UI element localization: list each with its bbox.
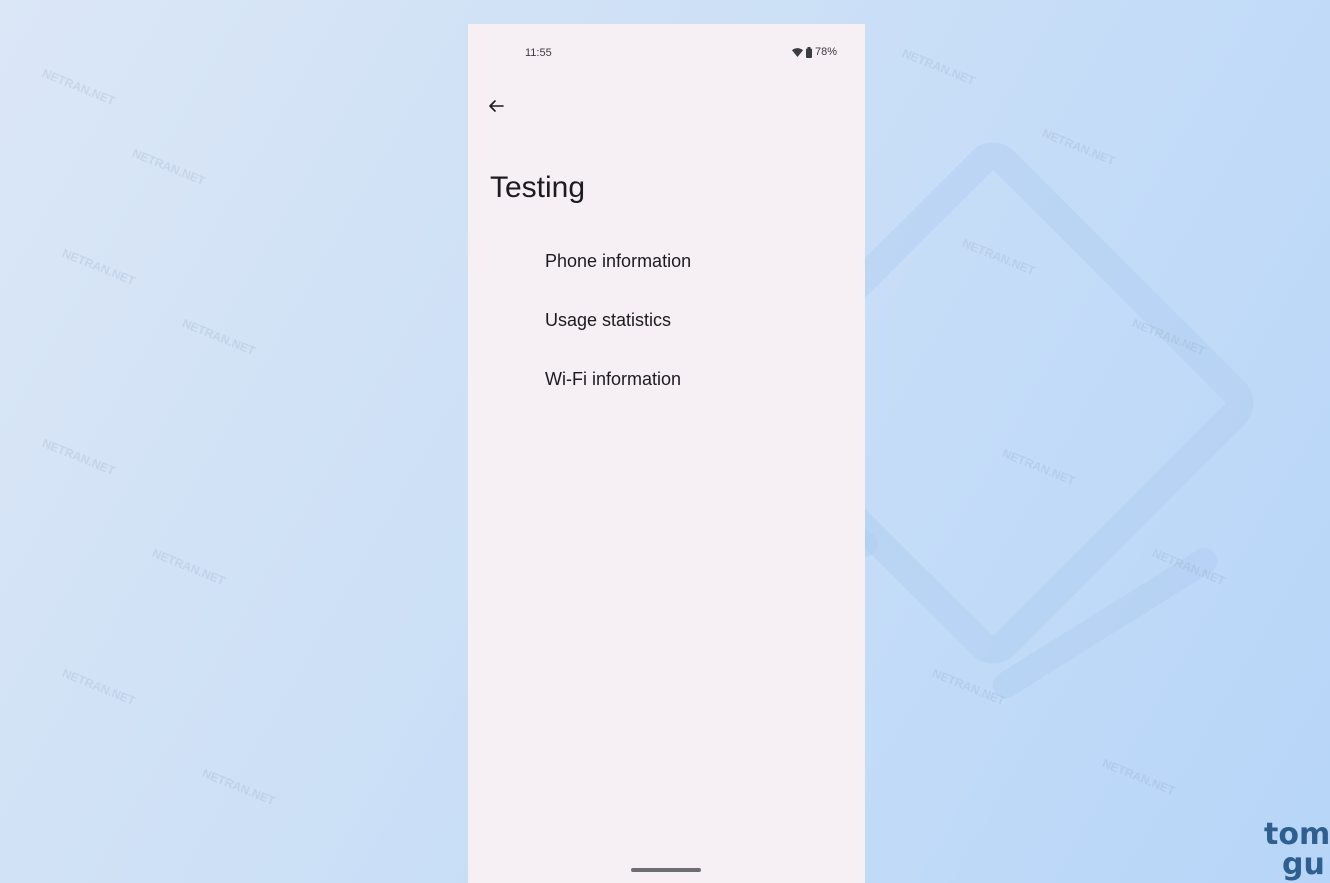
arrow-left-icon <box>489 100 504 112</box>
watermark-text: NETRAN.NET <box>60 666 138 708</box>
status-bar: 11:55 78% <box>468 24 865 64</box>
brand-logo-line1: tom <box>1264 820 1330 852</box>
watermark-text: NETRAN.NET <box>130 146 208 188</box>
menu-item-usage-statistics[interactable]: Usage statistics <box>468 291 865 350</box>
wifi-icon <box>791 47 803 57</box>
status-icons: 78% <box>791 46 837 58</box>
brand-logo: tom gu <box>1260 820 1330 883</box>
phone-screen: 11:55 78% Testing Phone information Usag… <box>468 24 865 883</box>
watermark-text: NETRAN.NET <box>1040 126 1118 168</box>
watermark-text: NETRAN.NET <box>900 46 978 88</box>
menu-item-label: Wi-Fi information <box>545 369 682 389</box>
watermark-text: NETRAN.NET <box>40 66 118 108</box>
menu-list: Phone information Usage statistics Wi-Fi… <box>468 232 865 409</box>
status-time: 11:55 <box>525 47 552 59</box>
battery-percent: 78% <box>814 46 837 58</box>
brand-logo-line2: gu <box>1282 847 1325 882</box>
watermark-text: NETRAN.NET <box>1100 756 1178 798</box>
gesture-nav-handle[interactable] <box>631 868 701 872</box>
watermark-text: NETRAN.NET <box>40 436 118 478</box>
battery-icon <box>805 46 812 58</box>
watermark-text: NETRAN.NET <box>60 246 138 288</box>
menu-item-label: Phone information <box>545 251 692 271</box>
menu-item-wifi-information[interactable]: Wi-Fi information <box>468 350 865 409</box>
back-button[interactable] <box>482 92 510 120</box>
watermark-text: NETRAN.NET <box>200 766 278 808</box>
menu-item-phone-information[interactable]: Phone information <box>468 232 865 291</box>
watermark-text: NETRAN.NET <box>180 316 258 358</box>
menu-item-label: Usage statistics <box>545 310 672 330</box>
page-title: Testing <box>490 171 586 204</box>
watermark-text: NETRAN.NET <box>150 546 228 588</box>
